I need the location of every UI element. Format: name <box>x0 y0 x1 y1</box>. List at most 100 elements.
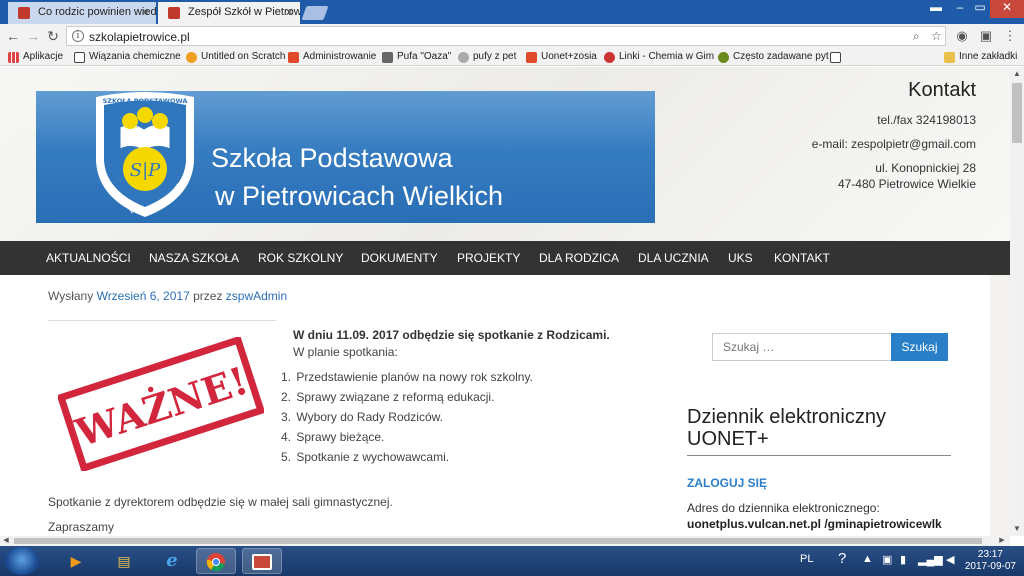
url-text[interactable]: szkolapietrowice.pl <box>89 30 190 44</box>
list-item: 1. Przedstawienie planów na nowy rok szk… <box>281 370 533 384</box>
crest-top-text: SZKOŁA PODSTAWOWA <box>103 97 188 105</box>
bookmark-item[interactable]: Uonet+zosia <box>526 51 597 63</box>
school-banner[interactable]: S|P SZKOŁA PODSTAWOWA PIETROWICE WIELKIE… <box>36 91 655 223</box>
scroll-up-arrow-icon[interactable]: ▲ <box>1010 67 1024 81</box>
volume-icon[interactable]: ◀ <box>946 553 954 566</box>
nav-item-uks[interactable]: UKS <box>728 251 753 265</box>
widget-title: Dziennik elektroniczny UONET+ <box>687 406 951 456</box>
media-player-icon[interactable]: ▶ <box>56 548 96 574</box>
extension-cast-icon[interactable]: ▣ <box>978 28 994 44</box>
scroll-down-arrow-icon[interactable]: ▼ <box>1010 522 1024 536</box>
bookmark-other[interactable]: Inne zakładki <box>944 51 1017 63</box>
internet-explorer-icon[interactable]: e <box>152 548 192 574</box>
nav-item-dla-ucznia[interactable]: DLA UCZNIA <box>638 251 709 265</box>
battery-icon[interactable]: ▮ <box>900 553 906 566</box>
network-icon[interactable]: ▣ <box>882 553 892 566</box>
bookmark-label: Linki - Chemia w Gim <box>619 51 715 62</box>
bookmark-item[interactable]: Administrowanie <box>288 51 376 63</box>
scroll-right-arrow-icon[interactable]: ▶ <box>996 536 1008 546</box>
contact-title: Kontakt <box>908 79 976 101</box>
post-meta: Wysłany Wrzesień 6, 2017 przez zspwAdmin <box>48 289 287 303</box>
search-button[interactable]: Szukaj <box>891 333 948 361</box>
windows-taskbar: ▶ ▤ e PL ? ▲ ▣ ▮ ▂▄▆ ◀ 23:17 2017-09-07 <box>0 546 1024 576</box>
scroll-left-arrow-icon[interactable]: ◀ <box>0 536 12 546</box>
web-page: S|P SZKOŁA PODSTAWOWA PIETROWICE WIELKIE… <box>0 67 1010 536</box>
nav-item-projekty[interactable]: PROJEKTY <box>457 251 520 265</box>
bookmark-item[interactable]: Często zadawane pyt <box>718 51 829 63</box>
nav-item-dla-rodzica[interactable]: DLA RODZICA <box>539 251 619 265</box>
vertical-scrollbar[interactable]: ▲ ▼ <box>1010 67 1024 536</box>
bookmark-apps[interactable]: Aplikacje <box>8 51 63 63</box>
back-arrow-icon[interactable]: ← <box>4 27 22 45</box>
post-date-link[interactable]: Wrzesień 6, 2017 <box>97 289 190 303</box>
close-tab-icon[interactable]: ✕ <box>141 6 150 19</box>
scratch-icon <box>186 52 197 63</box>
nav-item-rok-szkolny[interactable]: ROK SZKOLNY <box>258 251 343 265</box>
browser-toolbar: ← → ↻ i szkolapietrowice.pl ⌕ ☆ ◉ ▣ ⋮ <box>0 24 1024 48</box>
forward-arrow-icon[interactable]: → <box>24 27 42 45</box>
browser-tab[interactable]: Co rodzic powinien wied ✕ <box>8 2 156 24</box>
content-area: Wysłany Wrzesień 6, 2017 przez zspwAdmin… <box>0 275 990 536</box>
reload-icon[interactable]: ↻ <box>44 27 62 45</box>
bookmark-item[interactable]: Linki - Chemia w Gim <box>604 51 715 63</box>
start-button[interactable] <box>4 547 40 575</box>
bookmark-label: Często zadawane pyt <box>733 51 829 62</box>
bookmark-star-icon[interactable]: ☆ <box>931 29 942 43</box>
search-input[interactable] <box>712 333 892 361</box>
main-navigation: AKTUALNOŚCI NASZA SZKOŁA ROK SZKOLNY DOK… <box>0 241 1010 275</box>
file-explorer-icon[interactable]: ▤ <box>104 548 144 574</box>
contact-email: e-mail: zespolpietr@gmail.com <box>811 137 976 151</box>
horizontal-scrollbar[interactable]: ◀ ▶ <box>0 536 1010 546</box>
school-name: Szkoła Podstawowa w Pietrowicach Wielkic… <box>211 139 503 215</box>
window-close-icon[interactable]: ✕ <box>990 0 1024 18</box>
language-indicator[interactable]: PL <box>800 553 813 565</box>
crest-monogram: S|P <box>130 160 161 181</box>
system-clock[interactable]: 23:17 2017-09-07 <box>965 549 1016 573</box>
post-body: W dniu 11.09. 2017 odbędzie się spotkani… <box>281 328 673 467</box>
signal-icon[interactable]: ▂▄▆ <box>918 553 943 566</box>
post-plan-label: W planie spotkania: <box>293 345 398 359</box>
bookmark-item[interactable]: Pufa "Oaza" <box>382 51 452 63</box>
browser-tab-strip: Co rodzic powinien wied ✕ Zespół Szkół w… <box>0 0 1024 24</box>
presentation-app-icon[interactable] <box>242 548 282 574</box>
address-bar[interactable]: i szkolapietrowice.pl ⌕ ☆ <box>66 26 946 46</box>
tray-expand-icon[interactable]: ▲ <box>862 553 873 565</box>
help-icon[interactable]: ? <box>838 550 846 567</box>
school-name-line1: Szkoła Podstawowa <box>211 143 453 173</box>
chrome-icon[interactable] <box>196 548 236 574</box>
new-tab-button[interactable] <box>301 6 329 20</box>
scroll-thumb[interactable] <box>14 538 982 544</box>
maximize-icon[interactable]: ▭ <box>968 0 992 18</box>
extension-icon[interactable]: ◉ <box>954 28 970 44</box>
bookmark-label: pufy z pet <box>473 51 517 62</box>
page-icon <box>74 52 85 63</box>
nav-item-dokumenty[interactable]: DOKUMENTY <box>361 251 438 265</box>
close-tab-icon[interactable]: ✕ <box>285 6 294 19</box>
user-profile-icon[interactable]: ▬ <box>924 0 948 18</box>
list-item: 2. Sprawy związane z reformą edukacji. <box>281 390 495 404</box>
wazne-stamp-image[interactable]: WAŻNE! <box>58 337 264 471</box>
journal-address-label: Adres do dziennika elektronicznego: <box>687 501 880 515</box>
tab-title: Zespół Szkół w Pietrowic <box>188 6 300 18</box>
contact-city: 47-480 Pietrowice Wielkie <box>837 177 976 191</box>
contact-street: ul. Konopnickiej 28 <box>875 161 976 175</box>
bookmark-item[interactable]: pufy z pet <box>458 51 517 63</box>
list-item: 4. Sprawy bieżące. <box>281 430 385 444</box>
nav-item-aktualnosci[interactable]: AKTUALNOŚCI <box>46 251 131 265</box>
site-info-icon[interactable]: i <box>72 30 84 42</box>
browser-tab-active[interactable]: Zespół Szkół w Pietrowic ✕ <box>158 2 300 24</box>
nav-item-nasza-szkola[interactable]: NASZA SZKOŁA <box>149 251 239 265</box>
bookmark-item[interactable]: Wiązania chemiczne <box>74 51 181 63</box>
nav-item-kontakt[interactable]: KONTAKT <box>774 251 830 265</box>
menu-icon[interactable]: ⋮ <box>1002 28 1018 44</box>
folder-icon <box>944 52 955 63</box>
scroll-thumb[interactable] <box>1012 83 1022 143</box>
login-link[interactable]: ZALOGUJ SIĘ <box>687 476 767 490</box>
post-author-link[interactable]: zspwAdmin <box>226 289 287 303</box>
bookmarks-bar: Aplikacje Wiązania chemiczne Untitled on… <box>0 48 1024 66</box>
clock-date: 2017-09-07 <box>964 561 1016 572</box>
bookmark-item[interactable]: Untitled on Scratch <box>186 51 286 63</box>
bookmark-label: Pufa "Oaza" <box>397 51 452 62</box>
zoom-icon[interactable]: ⌕ <box>913 29 920 44</box>
contact-block: Kontakt tel./fax 324198013 e-mail: zespo… <box>812 79 976 192</box>
